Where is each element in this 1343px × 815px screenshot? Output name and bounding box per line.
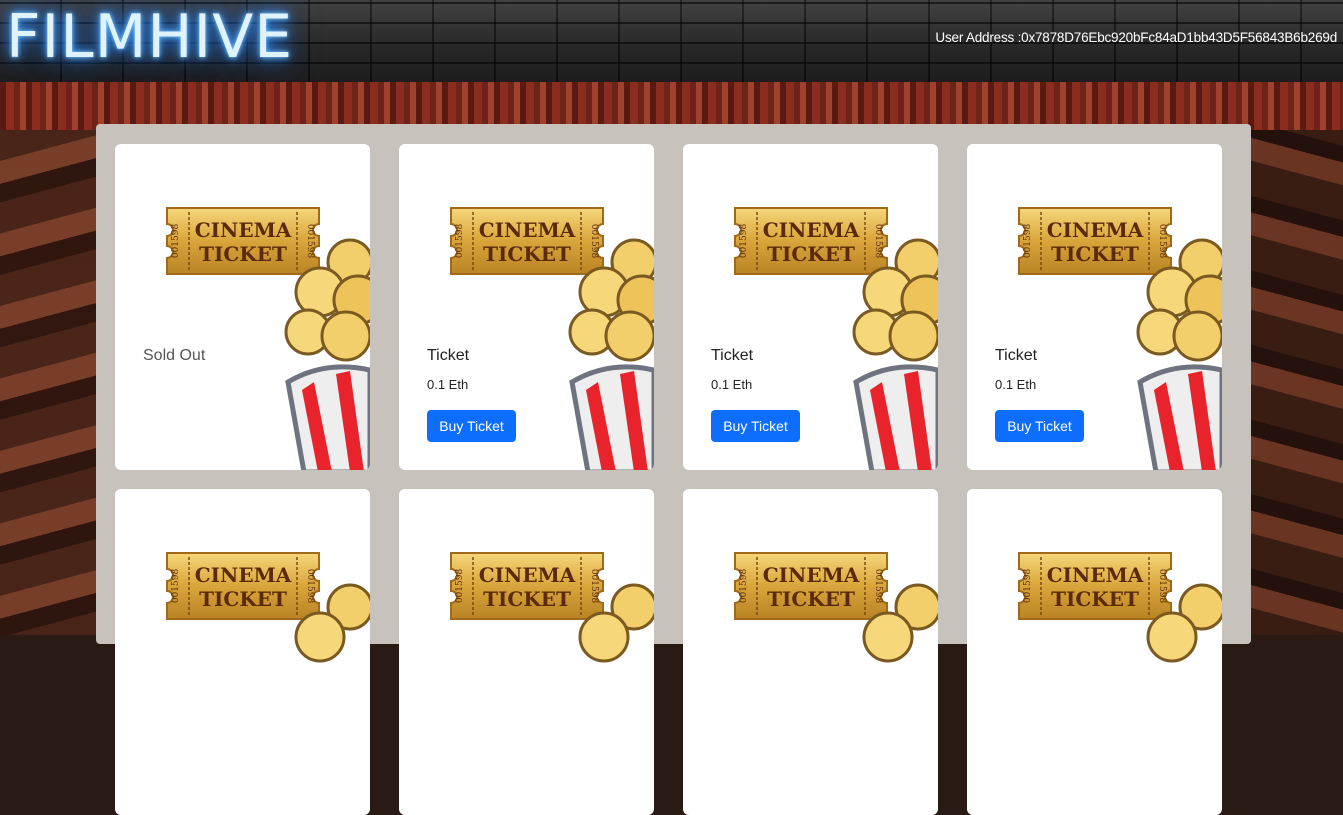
- popcorn-icon: [1146, 583, 1222, 663]
- svg-text:001598: 001598: [739, 569, 749, 604]
- ticket-card: CINEMA TICKET 001598 001598 Ticket 0.1 E…: [399, 144, 654, 470]
- svg-text:CINEMA: CINEMA: [1047, 218, 1144, 242]
- svg-text:TICKET: TICKET: [1051, 587, 1139, 611]
- svg-text:001598: 001598: [455, 224, 465, 259]
- ticket-card: CINEMA TICKET 001598 001598: [683, 489, 938, 815]
- svg-text:001598: 001598: [1023, 569, 1033, 604]
- ticket-card: CINEMA TICKET 001598 001598: [399, 489, 654, 815]
- svg-text:TICKET: TICKET: [483, 587, 571, 611]
- ticket-card: CINEMA TICKET 001598 001598 Ticket 0.1 E…: [967, 144, 1222, 470]
- card-title: Ticket: [427, 347, 470, 364]
- ticket-card: CINEMA TICKET 001598 001598: [115, 489, 370, 815]
- svg-text:TICKET: TICKET: [1051, 242, 1139, 266]
- card-status: Sold Out: [143, 347, 206, 364]
- header-bar: FILMHIVE User Address :0x7878D76Ebc920bF…: [0, 0, 1343, 82]
- svg-text:CINEMA: CINEMA: [763, 563, 860, 587]
- svg-text:CINEMA: CINEMA: [763, 218, 860, 242]
- card-price: 0.1 Eth: [995, 377, 1037, 392]
- card-price: 0.1 Eth: [711, 377, 753, 392]
- popcorn-icon: [568, 238, 654, 470]
- ticket-card: CINEMA TICKET 001598 001598 Ticket 0.1 E…: [683, 144, 938, 470]
- buy-ticket-button[interactable]: Buy Ticket: [427, 410, 516, 442]
- buy-ticket-button[interactable]: Buy Ticket: [995, 410, 1084, 442]
- card-price: 0.1 Eth: [427, 377, 469, 392]
- popcorn-icon: [862, 583, 938, 663]
- svg-text:TICKET: TICKET: [199, 587, 287, 611]
- svg-text:TICKET: TICKET: [199, 242, 287, 266]
- popcorn-icon: [1136, 238, 1222, 470]
- svg-text:001598: 001598: [171, 224, 181, 259]
- svg-text:001598: 001598: [171, 569, 181, 604]
- popcorn-icon: [852, 238, 938, 470]
- svg-text:TICKET: TICKET: [767, 587, 855, 611]
- logo: FILMHIVE: [6, 2, 294, 72]
- svg-text:001598: 001598: [455, 569, 465, 604]
- user-address: User Address :0x7878D76Ebc920bFc84aD1bb4…: [935, 30, 1337, 45]
- ticket-grid-panel: CINEMA TICKET 001598 001598 Sold Out CIN…: [96, 124, 1251, 815]
- theater-seats-left: [0, 130, 98, 635]
- ticket-card: CINEMA TICKET 001598 001598 Sold Out: [115, 144, 370, 470]
- svg-text:CINEMA: CINEMA: [195, 563, 292, 587]
- popcorn-icon: [578, 583, 654, 663]
- svg-text:CINEMA: CINEMA: [1047, 563, 1144, 587]
- ticket-card: CINEMA TICKET 001598 001598: [967, 489, 1222, 815]
- curtain-banner: [0, 82, 1343, 130]
- svg-text:CINEMA: CINEMA: [479, 563, 576, 587]
- buy-ticket-button[interactable]: Buy Ticket: [711, 410, 800, 442]
- svg-text:CINEMA: CINEMA: [195, 218, 292, 242]
- svg-text:TICKET: TICKET: [767, 242, 855, 266]
- card-title: Ticket: [995, 347, 1038, 364]
- svg-text:CINEMA: CINEMA: [479, 218, 576, 242]
- card-title: Ticket: [711, 347, 754, 364]
- popcorn-icon: [284, 238, 370, 470]
- svg-text:001598: 001598: [739, 224, 749, 259]
- popcorn-icon: [294, 583, 370, 663]
- svg-text:TICKET: TICKET: [483, 242, 571, 266]
- svg-text:001598: 001598: [1023, 224, 1033, 259]
